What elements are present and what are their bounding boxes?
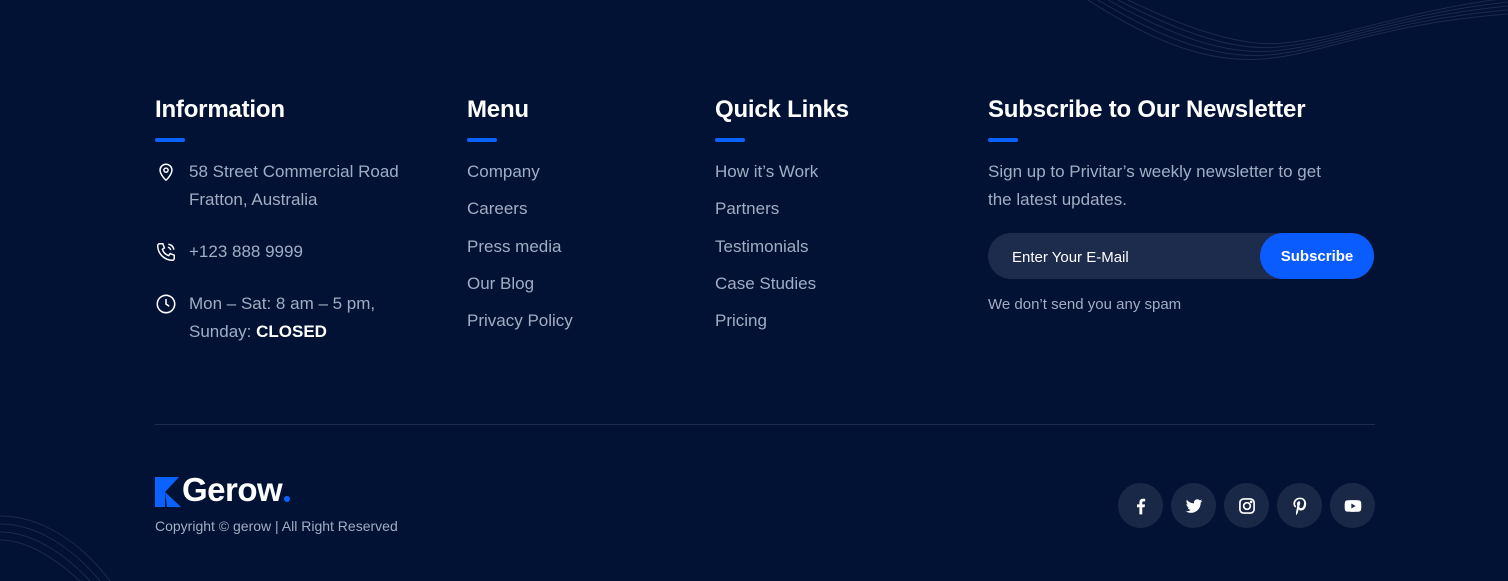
decorative-waves-bottom xyxy=(0,515,111,581)
hours-line-2: Sunday: CLOSED xyxy=(189,318,375,346)
heading-underline xyxy=(155,138,185,142)
newsletter-description: Sign up to Privitar’s weekly newsletter … xyxy=(988,162,1321,209)
pinterest-icon xyxy=(1292,497,1306,515)
menu-link-our-blog[interactable]: Our Blog xyxy=(467,272,573,309)
location-pin-icon xyxy=(159,163,173,182)
menu-heading: Menu xyxy=(467,96,529,123)
quick-links-list: How it’s Work Partners Testimonials Case… xyxy=(715,160,818,346)
clock-icon xyxy=(156,294,176,314)
menu-link-careers[interactable]: Careers xyxy=(467,197,573,234)
heading-underline xyxy=(988,138,1018,142)
youtube-icon xyxy=(1344,499,1361,512)
logo-mark-icon xyxy=(155,477,181,507)
phone-icon xyxy=(157,243,175,261)
spam-note: We don’t send you any spam xyxy=(988,296,1182,313)
menu-link-press-media[interactable]: Press media xyxy=(467,235,573,272)
newsletter-heading: Subscribe to Our Newsletter xyxy=(988,96,1306,123)
facebook-icon xyxy=(1136,498,1145,514)
newsletter-column: Subscribe to Our Newsletter Sign up to P… xyxy=(988,96,1378,313)
heading-underline xyxy=(715,138,745,142)
footer-divider xyxy=(155,424,1375,425)
menu-links: Company Careers Press media Our Blog Pri… xyxy=(467,160,573,346)
email-input[interactable] xyxy=(1010,233,1254,281)
twitter-icon xyxy=(1185,498,1202,513)
closed-label: CLOSED xyxy=(256,322,327,341)
quick-link-partners[interactable]: Partners xyxy=(715,197,818,234)
pinterest-button[interactable] xyxy=(1277,483,1322,528)
quick-link-pricing[interactable]: Pricing xyxy=(715,309,818,346)
hours-text: Mon – Sat: 8 am – 5 pm, Sunday: CLOSED xyxy=(189,290,375,346)
instagram-icon xyxy=(1238,497,1255,514)
information-heading: Information xyxy=(155,96,285,123)
twitter-button[interactable] xyxy=(1171,483,1216,528)
brand-logo[interactable]: Gerow xyxy=(155,471,291,508)
sunday-label: Sunday: xyxy=(189,322,257,341)
menu-column: Menu Company Careers Press media Our Blo… xyxy=(467,96,573,330)
copyright-text: Copyright © gerow | All Right Reserved xyxy=(155,518,398,534)
quick-link-testimonials[interactable]: Testimonials xyxy=(715,235,818,272)
facebook-button[interactable] xyxy=(1118,483,1163,528)
logo-text: Gerow xyxy=(182,471,283,508)
quick-link-how-its-work[interactable]: How it’s Work xyxy=(715,160,818,197)
address-text: 58 Street Commercial Road Fratton, Austr… xyxy=(189,158,399,214)
logo-dot xyxy=(284,496,291,502)
quick-links-heading: Quick Links xyxy=(715,96,849,123)
social-links xyxy=(1118,483,1375,528)
menu-link-privacy-policy[interactable]: Privacy Policy xyxy=(467,309,573,346)
hours-item: Mon – Sat: 8 am – 5 pm, Sunday: CLOSED xyxy=(155,290,445,346)
decorative-waves-top xyxy=(1088,0,1508,61)
phone-number[interactable]: +123 888 9999 xyxy=(189,238,303,266)
instagram-button[interactable] xyxy=(1224,483,1269,528)
subscribe-button[interactable]: Subscribe xyxy=(1260,233,1374,279)
hours-line-1: Mon – Sat: 8 am – 5 pm, xyxy=(189,294,376,313)
information-column: Information 58 Street Commercial Road Fr… xyxy=(155,96,399,341)
youtube-button[interactable] xyxy=(1330,483,1375,528)
quick-links-column: Quick Links How it’s Work Partners Testi… xyxy=(715,96,849,330)
phone-item: +123 888 9999 xyxy=(155,238,445,266)
address-line-1: 58 Street Commercial Road xyxy=(189,162,399,181)
heading-underline xyxy=(467,138,497,142)
quick-link-case-studies[interactable]: Case Studies xyxy=(715,272,818,309)
menu-link-company[interactable]: Company xyxy=(467,160,573,197)
address-item: 58 Street Commercial Road Fratton, Austr… xyxy=(155,158,445,214)
address-line-2: Fratton, Australia xyxy=(189,190,318,209)
newsletter-form: Subscribe xyxy=(988,233,1374,281)
